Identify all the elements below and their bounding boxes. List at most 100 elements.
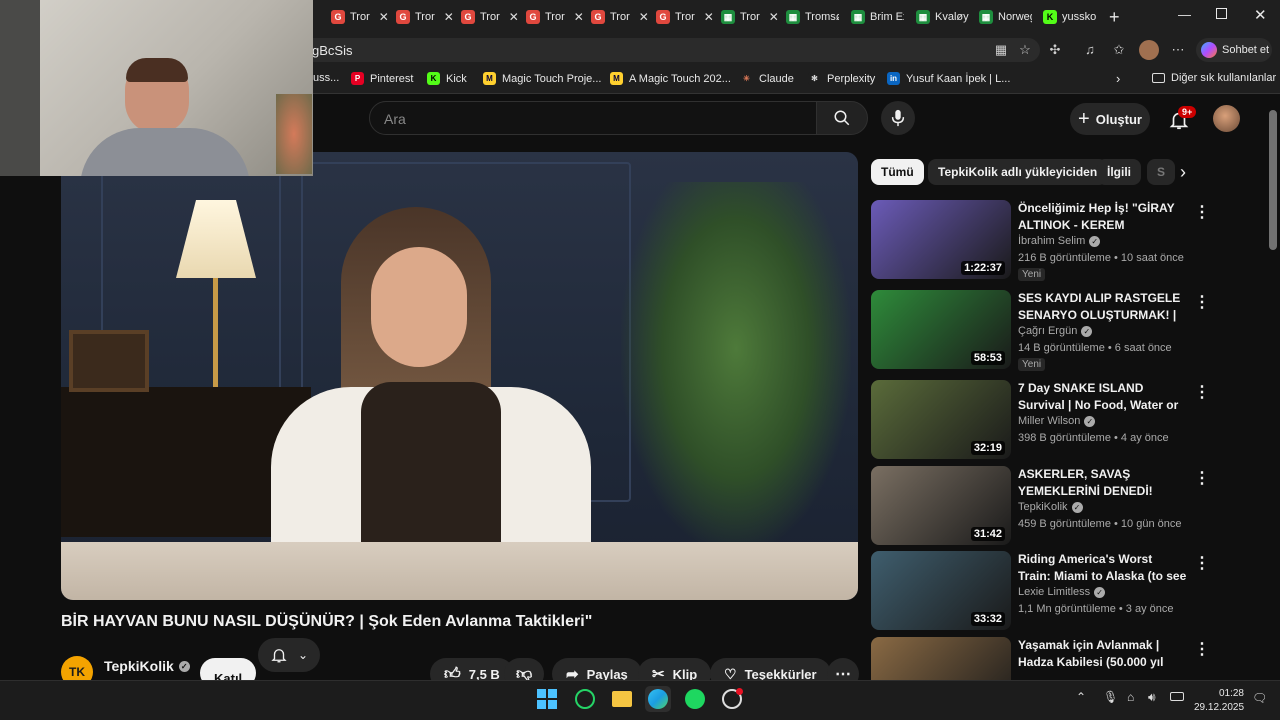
obs-icon[interactable] xyxy=(719,686,745,712)
more-options-icon[interactable]: ⋮ xyxy=(1194,639,1210,659)
more-options-icon[interactable]: ⋮ xyxy=(1194,202,1210,222)
search-button[interactable] xyxy=(816,101,868,135)
close-tab-icon[interactable]: ✕ xyxy=(574,10,584,24)
favorites-icon[interactable]: ✩ xyxy=(1111,42,1127,58)
browser-tab[interactable]: ▦ Kvaløya xyxy=(916,5,976,29)
battery-icon[interactable] xyxy=(1170,692,1184,701)
profile-avatar[interactable] xyxy=(1139,40,1159,60)
windows-taskbar xyxy=(0,680,1280,720)
bookmark-item[interactable]: M A Magic Touch 202... xyxy=(610,72,731,85)
browser-tab[interactable]: G Tror ✕ xyxy=(396,5,456,29)
spotify-icon[interactable] xyxy=(682,686,708,712)
more-options-icon[interactable]: ⋮ xyxy=(1194,468,1210,488)
favorite-star-icon[interactable]: ☆ xyxy=(1017,42,1033,58)
notification-center-icon[interactable]: 🗨︎ xyxy=(1252,691,1267,705)
recommended-video-title[interactable]: ASKERLER, SAVAŞ YEMEKLERİNİ DENEDİ! xyxy=(1018,466,1188,500)
edge-icon[interactable] xyxy=(645,686,671,712)
minimize-button[interactable]: — xyxy=(1178,7,1191,22)
page-scrollbar[interactable] xyxy=(1266,96,1280,680)
bookmark-item[interactable]: uss... xyxy=(313,72,339,84)
browser-tab[interactable]: G Tror ✕ xyxy=(331,5,391,29)
channel-name[interactable]: TepkiKolik ✓ xyxy=(104,658,190,674)
recommended-video[interactable]: 33:32 Riding America's Worst Train: Miami… xyxy=(871,551,1211,631)
browser-tab[interactable]: G Tror ✕ xyxy=(461,5,521,29)
account-avatar[interactable] xyxy=(1213,105,1240,132)
recommended-video-title[interactable]: 7 Day SNAKE ISLAND Survival | No Food, W… xyxy=(1018,380,1188,414)
duration-badge: 1:22:37 xyxy=(961,261,1005,275)
filter-chip[interactable]: Tümü xyxy=(871,159,924,185)
volume-icon[interactable]: 🔊︎ xyxy=(1148,690,1156,705)
network-icon[interactable]: ⌂ xyxy=(1127,690,1134,704)
recommended-channel[interactable]: Çağrı Ergün ✓ xyxy=(1018,325,1093,337)
video-thumbnail[interactable]: 58:53 xyxy=(871,290,1011,369)
recommended-video[interactable]: 1:22:37 Önceliğimiz Hep İş! "GİRAY ALTINO… xyxy=(871,200,1211,281)
file-explorer-icon[interactable] xyxy=(609,686,635,712)
browser-tab[interactable]: ▦ Tromsø xyxy=(786,5,846,29)
maximize-button[interactable] xyxy=(1216,8,1227,19)
close-tab-icon[interactable]: ✕ xyxy=(704,10,714,24)
browser-tab[interactable]: ▦ Brim Exp xyxy=(851,5,911,29)
browser-tab[interactable]: G Tror ✕ xyxy=(656,5,716,29)
filter-chip[interactable]: İlgili xyxy=(1097,159,1141,185)
extensions-icon[interactable]: ✣ xyxy=(1047,42,1063,58)
recommended-video[interactable]: 58:53 SES KAYDI ALIP RASTGELE SENARYO OLU… xyxy=(871,290,1211,371)
split-screen-icon[interactable]: ▦ xyxy=(993,42,1009,58)
recommended-channel[interactable]: İbrahim Selim ✓ xyxy=(1018,235,1101,247)
more-options-icon[interactable]: ⋮ xyxy=(1194,292,1210,312)
browser-tab[interactable]: G Tror ✕ xyxy=(526,5,586,29)
close-tab-icon[interactable]: ✕ xyxy=(639,10,649,24)
browser-tab[interactable]: Kyussko S xyxy=(1043,5,1105,29)
close-window-button[interactable]: ✕ xyxy=(1254,6,1267,24)
browser-tab[interactable]: G Tror ✕ xyxy=(591,5,651,29)
new-tab-button[interactable]: + xyxy=(1109,7,1120,28)
notifications-button[interactable]: 9+ xyxy=(1166,106,1197,132)
scrollbar-thumb[interactable] xyxy=(1269,110,1277,250)
bookmark-item[interactable]: M Magic Touch Proje... xyxy=(483,72,601,85)
recommended-video-title[interactable]: Riding America's Worst Train: Miami to A… xyxy=(1018,551,1188,585)
close-tab-icon[interactable]: ✕ xyxy=(379,10,389,24)
close-tab-icon[interactable]: ✕ xyxy=(769,10,779,24)
recommended-video-title[interactable]: SES KAYDI ALIP RASTGELE SENARYO OLUŞTURM… xyxy=(1018,290,1188,324)
bookmarks-overflow-chevron-icon[interactable]: › xyxy=(1116,71,1120,86)
clock[interactable]: 01:28 29.12.2025 xyxy=(1194,687,1244,715)
video-thumbnail[interactable]: 1:22:37 xyxy=(871,200,1011,279)
video-thumbnail[interactable]: 32:19 xyxy=(871,380,1011,459)
filter-chip[interactable]: TepkiKolik adlı yükleyiciden xyxy=(928,159,1108,185)
copilot-button[interactable]: Sohbet et xyxy=(1196,38,1272,62)
recommended-video-title[interactable]: Önceliğimiz Hep İş! "GİRAY ALTINOK - KER… xyxy=(1018,200,1188,234)
address-bar[interactable] xyxy=(300,38,1040,62)
whatsapp-icon[interactable] xyxy=(572,686,598,712)
browser-tab[interactable]: ▦ Tror ✕ xyxy=(721,5,781,29)
browser-tab[interactable]: ▦ Norweg xyxy=(979,5,1039,29)
recommended-channel[interactable]: Lexie Limitless ✓ xyxy=(1018,586,1106,598)
video-thumbnail[interactable]: 31:42 xyxy=(871,466,1011,545)
windows-start-icon[interactable] xyxy=(534,686,560,712)
more-options-icon[interactable]: ⋮ xyxy=(1194,553,1210,573)
chips-next-chevron-icon[interactable]: › xyxy=(1180,162,1186,183)
recommended-video[interactable]: 32:19 7 Day SNAKE ISLAND Survival | No Fo… xyxy=(871,380,1211,460)
more-menu-icon[interactable]: ⋯ xyxy=(1170,42,1186,58)
search-input[interactable]: Ara xyxy=(369,101,817,135)
bookmark-item[interactable]: in Yusuf Kaan İpek | L... xyxy=(887,72,1010,85)
recommended-channel[interactable]: Miller Wilson ✓ xyxy=(1018,415,1096,427)
more-options-icon[interactable]: ⋮ xyxy=(1194,382,1210,402)
filter-chip[interactable]: S xyxy=(1147,159,1175,185)
subscribe-bell-dropdown[interactable]: ⌄ xyxy=(258,638,320,672)
recommended-video-title[interactable]: Yaşamak için Avlanmak | Hadza Kabilesi (… xyxy=(1018,637,1188,671)
video-thumbnail[interactable]: 33:32 xyxy=(871,551,1011,630)
tray-mic-icon[interactable]: 🎙︎ xyxy=(1103,690,1118,704)
media-control-icon[interactable]: ♫ xyxy=(1082,42,1098,58)
recommended-channel[interactable]: TepkiKolik ✓ xyxy=(1018,501,1083,513)
close-tab-icon[interactable]: ✕ xyxy=(444,10,454,24)
bookmark-item[interactable]: ✻ Perplexity xyxy=(808,72,875,85)
bookmark-item[interactable]: K Kick xyxy=(427,72,467,85)
close-tab-icon[interactable]: ✕ xyxy=(509,10,519,24)
bookmark-item[interactable]: P Pinterest xyxy=(351,72,413,85)
bookmark-item[interactable]: ✳ Claude xyxy=(740,72,794,85)
video-player[interactable] xyxy=(61,152,858,600)
voice-search-button[interactable] xyxy=(881,101,915,135)
recommended-video[interactable]: 31:42 ASKERLER, SAVAŞ YEMEKLERİNİ DENEDİ!… xyxy=(871,466,1211,546)
tray-chevron-icon[interactable]: ⌃ xyxy=(1076,690,1086,704)
other-bookmarks-folder[interactable]: Diğer sık kullanılanlar xyxy=(1152,72,1276,84)
create-button[interactable]: + Oluştur xyxy=(1070,103,1150,135)
